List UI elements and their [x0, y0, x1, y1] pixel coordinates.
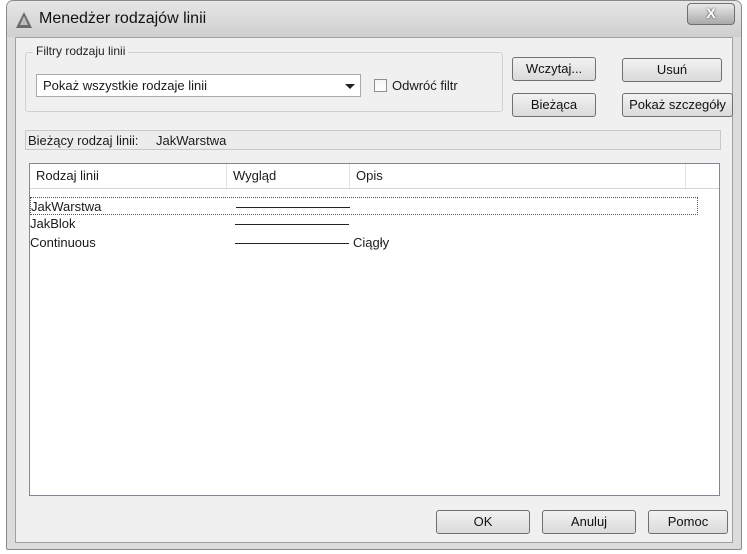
title-bar: Menedżer rodzajów linii X	[7, 1, 741, 37]
linetype-filter-dropdown[interactable]: Pokaż wszystkie rodzaje linii	[36, 74, 361, 97]
linetype-manager-dialog: Menedżer rodzajów linii X Filtry rodzaju…	[6, 0, 742, 550]
show-details-button[interactable]: Pokaż szczegóły	[622, 93, 733, 117]
load-button[interactable]: Wczytaj...	[512, 57, 596, 81]
column-header-appearance[interactable]: Wygląd	[227, 164, 350, 188]
help-button[interactable]: Pomoc	[648, 510, 728, 534]
linetype-name: JakWarstwa	[31, 199, 102, 214]
linetype-name: Continuous	[30, 235, 96, 250]
list-row-continuous[interactable]: Continuous Ciągły	[30, 234, 698, 252]
current-linetype-value: JakWarstwa	[156, 133, 227, 148]
invert-filter-checkbox[interactable]	[374, 79, 387, 92]
linetype-preview	[235, 243, 349, 244]
cancel-button[interactable]: Anuluj	[542, 510, 636, 534]
linetype-list[interactable]: Rodzaj linii Wygląd Opis JakWarstwa JakB…	[29, 163, 720, 496]
filter-dropdown-value: Pokaż wszystkie rodzaje linii	[43, 78, 208, 93]
linetype-preview	[235, 224, 349, 225]
current-linetype-bar: Bieżący rodzaj linii: JakWarstwa	[25, 130, 721, 150]
column-header-linetype[interactable]: Rodzaj linii	[30, 164, 227, 188]
set-current-button[interactable]: Bieżąca	[512, 93, 596, 117]
linetype-name: JakBlok	[30, 216, 76, 231]
linetype-filters-group: Filtry rodzaju linii Pokaż wszystkie rod…	[25, 44, 503, 112]
delete-button[interactable]: Usuń	[622, 58, 722, 82]
list-row-jakwarstwa[interactable]: JakWarstwa	[30, 197, 698, 215]
column-header-description[interactable]: Opis	[350, 164, 686, 188]
linetype-description: Ciągły	[353, 235, 390, 250]
dialog-client: Filtry rodzaju linii Pokaż wszystkie rod…	[15, 37, 733, 543]
linetype-preview	[236, 207, 350, 208]
filters-group-label: Filtry rodzaju linii	[33, 44, 129, 58]
chevron-down-icon	[345, 84, 355, 89]
list-row-jakblok[interactable]: JakBlok	[30, 215, 698, 233]
list-header: Rodzaj linii Wygląd Opis	[30, 164, 719, 189]
close-icon: X	[706, 5, 716, 21]
autocad-icon	[16, 12, 32, 28]
window-title: Menedżer rodzajów linii	[39, 10, 207, 27]
close-button[interactable]: X	[687, 3, 735, 25]
ok-button[interactable]: OK	[436, 510, 530, 534]
invert-filter-label[interactable]: Odwróć filtr	[392, 78, 458, 93]
current-linetype-label: Bieżący rodzaj linii:	[28, 133, 139, 148]
